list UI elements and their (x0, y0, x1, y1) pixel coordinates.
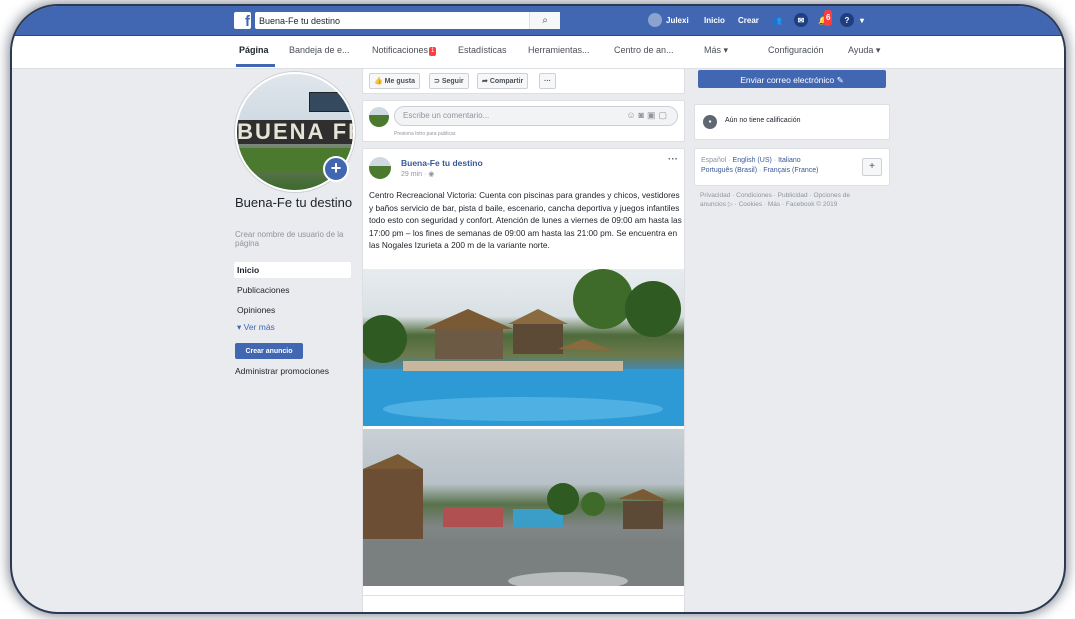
help-icon[interactable]: ? (840, 13, 854, 27)
notifications-count-badge: 6 (824, 10, 833, 26)
rating-speech-icon: ▪ (703, 115, 717, 129)
share-arrow-icon: ➦ (482, 78, 488, 85)
post-timestamp[interactable]: 29 min · ◉ (401, 170, 434, 178)
rating-card: ▪ Aún no tiene calificación (694, 104, 890, 140)
pool-photo-illustration (363, 269, 684, 426)
like-label: Me gusta (384, 78, 416, 85)
sidebar-item-reviews[interactable]: Opiniones (234, 302, 351, 318)
post-card: Buena-Fe tu destino 29 min · ◉ ··· Centr… (362, 148, 685, 612)
post-author-avatar[interactable] (369, 157, 391, 179)
rss-icon: ⊃ (434, 78, 440, 85)
create-link[interactable]: Crear (738, 13, 759, 29)
sidebar-item-home[interactable]: Inicio (234, 262, 351, 278)
sidebar-see-more[interactable]: ▾ Ver más (234, 319, 351, 335)
manage-promotions-link[interactable]: Administrar promociones (235, 366, 329, 376)
tab-inbox[interactable]: Bandeja de e... (289, 45, 350, 55)
search-box[interactable]: ⌕ (255, 12, 560, 29)
rating-text: Aún no tiene calificación (725, 117, 801, 124)
facebook-logo-icon[interactable]: f (234, 12, 251, 29)
user-avatar[interactable] (648, 13, 662, 27)
post-photo-pool[interactable] (363, 269, 684, 426)
language-list: Español · English (US) · Italiano Portug… (701, 157, 819, 174)
page-title: Buena-Fe tu destino (235, 195, 353, 210)
create-username-link[interactable]: Crear nombre de usuario de la página (235, 230, 359, 248)
tab-page[interactable]: Página (239, 45, 269, 55)
thumbs-up-icon: 👍 (374, 78, 383, 85)
page-tabs: Página Bandeja de e... Notificaciones 1 E… (12, 36, 1064, 69)
notifications-tab-badge: 1 (429, 47, 437, 56)
language-italian[interactable]: Italiano (778, 157, 801, 164)
add-language-icon[interactable]: + (862, 158, 882, 176)
composer-icons: ☺◙▣▢ (626, 110, 670, 121)
tab-insights[interactable]: Estadísticas (458, 45, 507, 55)
composer-hint: Presiona Intro para publicar. (394, 131, 457, 137)
more-actions-button[interactable]: ··· (539, 73, 556, 89)
account-menu-chevron-icon[interactable]: ▾ (860, 13, 864, 29)
page-action-bar: 👍 Me gusta ⊃ Seguir ➦ Compartir ··· (362, 68, 685, 94)
grounds-photo-illustration (363, 454, 684, 586)
profile-billboard (309, 92, 351, 112)
profile-sign-text: BUENA FE (237, 120, 353, 144)
post-text: Centro Recreacional Victoria: Cuenta con… (369, 190, 682, 251)
post-photo-grounds[interactable] (363, 429, 684, 586)
add-profile-photo-icon[interactable]: + (323, 156, 349, 182)
top-bar: f ⌕ Julexi Inicio Crear 👥 ✉ 🔔 6 ? ▾ (12, 6, 1064, 36)
gif-icon[interactable]: ▣ (647, 110, 659, 120)
messenger-icon[interactable]: ✉ (794, 13, 808, 27)
sticker-icon[interactable]: ▢ (658, 110, 670, 120)
tab-more[interactable]: Más ▾ (704, 45, 728, 56)
footer-links[interactable]: Privacidad · Condiciones · Publicidad · … (700, 191, 850, 209)
share-button[interactable]: ➦ Compartir (477, 73, 529, 89)
tab-publishing-tools[interactable]: Herramientas... (528, 45, 590, 55)
composer-avatar (369, 107, 389, 127)
create-ad-button[interactable]: Crear anuncio (235, 343, 303, 359)
tab-notifications[interactable]: Notificaciones 1 (372, 45, 437, 56)
tab-ad-center[interactable]: Centro de an... (614, 45, 674, 55)
post-author-name[interactable]: Buena-Fe tu destino (401, 158, 483, 168)
follow-button[interactable]: ⊃ Seguir (429, 73, 469, 89)
comment-composer: Escribe un comentario... ☺◙▣▢ Presiona I… (362, 100, 685, 142)
send-email-button[interactable]: Enviar correo electrónico ✎ (698, 70, 886, 88)
sidebar-item-posts[interactable]: Publicaciones (234, 282, 351, 298)
like-button[interactable]: 👍 Me gusta (369, 73, 421, 89)
home-link[interactable]: Inicio (704, 13, 725, 29)
search-icon[interactable]: ⌕ (529, 12, 560, 29)
post-options-icon[interactable]: ··· (668, 154, 678, 165)
tab-settings[interactable]: Configuración (768, 45, 824, 55)
share-label: Compartir (489, 78, 524, 85)
active-tab-indicator (236, 64, 275, 67)
browser-frame: f ⌕ Julexi Inicio Crear 👥 ✉ 🔔 6 ? ▾ Pági… (12, 6, 1064, 612)
language-card: Español · English (US) · Italiano Portug… (694, 148, 890, 186)
camera-icon[interactable]: ◙ (639, 110, 647, 120)
language-english[interactable]: English (US) (733, 157, 772, 164)
post-divider (363, 595, 684, 596)
language-portuguese[interactable]: Português (Brasil) (701, 167, 757, 174)
current-language: Español · (701, 157, 733, 164)
tab-notifications-label: Notificaciones (372, 45, 429, 55)
search-input[interactable] (255, 12, 523, 29)
user-name-link[interactable]: Julexi (666, 13, 689, 29)
emoji-icon[interactable]: ☺ (626, 110, 638, 120)
follow-label: Seguir (441, 78, 464, 85)
language-french[interactable]: Français (France) (763, 167, 818, 174)
tab-help[interactable]: Ayuda ▾ (848, 45, 880, 56)
friend-requests-icon[interactable]: 👥 (770, 13, 784, 27)
